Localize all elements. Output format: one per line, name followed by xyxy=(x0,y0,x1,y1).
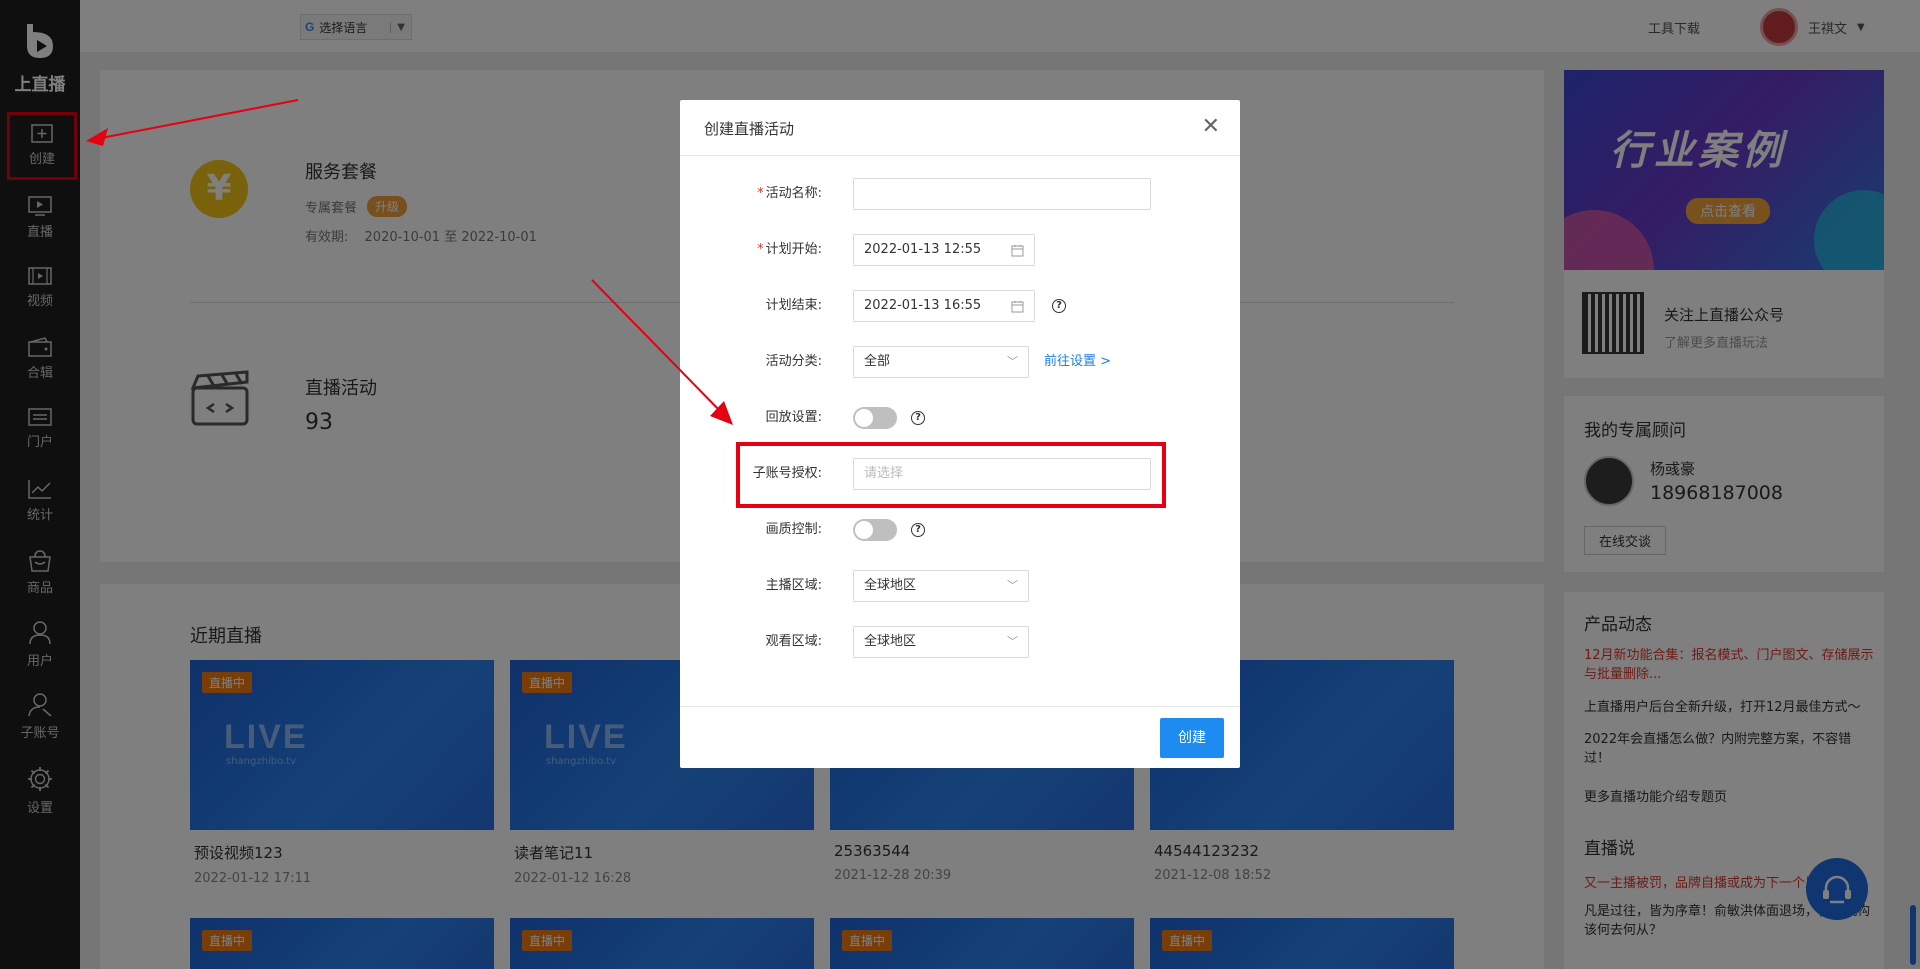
annotation-arrows xyxy=(86,99,733,425)
